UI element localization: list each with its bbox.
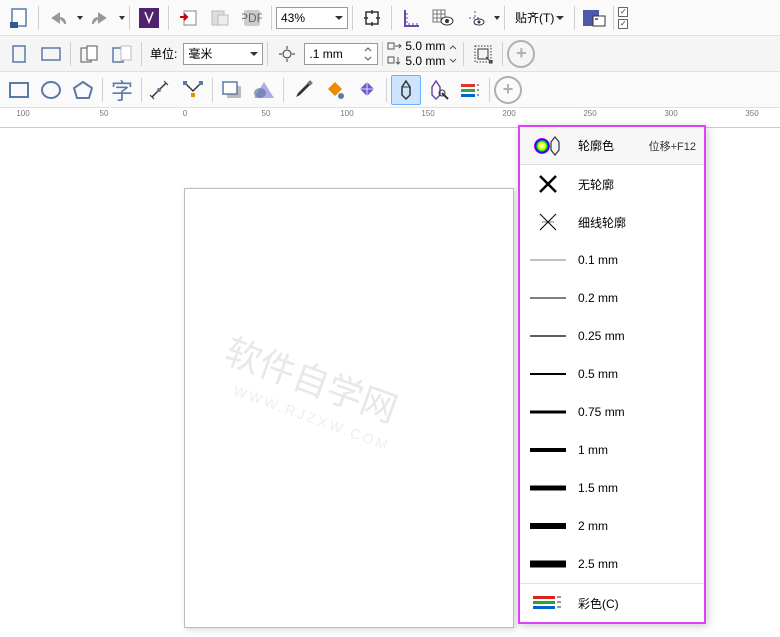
text-tool[interactable]: 字 <box>107 75 137 105</box>
hairline-item[interactable]: 细线轮廓 <box>520 203 704 241</box>
no-outline-item[interactable]: 无轮廓 <box>520 165 704 203</box>
hairline-icon <box>528 210 568 234</box>
units-label: 单位: <box>146 45 181 62</box>
outline-pen-tool[interactable] <box>391 75 421 105</box>
zoom-combo[interactable] <box>276 7 348 29</box>
outline-width-item[interactable]: 0.1 mm <box>520 241 704 279</box>
eyedropper-tool[interactable] <box>288 75 318 105</box>
svg-text:PDF: PDF <box>242 11 262 25</box>
redo-btn[interactable] <box>85 3 115 33</box>
pdf-btn[interactable]: PDF <box>237 3 267 33</box>
main-toolbar: PDF 贴齐(T) <box>0 0 780 36</box>
chk1[interactable] <box>618 7 628 17</box>
polygon-tool[interactable] <box>68 75 98 105</box>
dimension-tool[interactable] <box>146 75 176 105</box>
no-outline-icon <box>528 172 568 196</box>
outline-width-item[interactable]: 2.5 mm <box>520 545 704 583</box>
guidelines-btn[interactable] <box>460 3 490 33</box>
zoom-input[interactable] <box>281 11 331 25</box>
color-outline-icon <box>528 591 568 615</box>
current-page-btn[interactable] <box>107 39 137 69</box>
rulers-btn[interactable] <box>396 3 426 33</box>
width-sample-icon <box>528 514 568 538</box>
nudge-combo[interactable] <box>304 43 378 65</box>
width-sample-icon <box>528 400 568 424</box>
add-preset-btn[interactable]: + <box>507 40 535 68</box>
zoom-drop-icon[interactable] <box>335 16 343 20</box>
tools-row: 字 + <box>0 72 780 108</box>
width-sample-icon <box>528 476 568 500</box>
treat-as-filled-btn[interactable] <box>468 39 498 69</box>
rectangle-tool[interactable] <box>4 75 34 105</box>
connector-tool[interactable] <box>178 75 208 105</box>
options-btn[interactable] <box>579 3 609 33</box>
width-sample-icon <box>528 286 568 310</box>
interactive-fill-tool[interactable] <box>320 75 350 105</box>
property-bar: 单位: 毫米 5.0 mm 5.0 mm + <box>0 36 780 72</box>
outline-color-icon <box>528 134 568 158</box>
outline-width-item[interactable]: 0.5 mm <box>520 355 704 393</box>
outline-width-item[interactable]: 1.5 mm <box>520 469 704 507</box>
full-screen-btn[interactable] <box>357 3 387 33</box>
edit-fill-tool[interactable] <box>455 75 485 105</box>
import-btn[interactable] <box>173 3 203 33</box>
width-sample-icon <box>528 552 568 576</box>
snap-checkboxes <box>618 7 628 29</box>
undo-drop-icon[interactable] <box>77 16 83 20</box>
new-doc-btn[interactable] <box>4 3 34 33</box>
outline-flyout: 轮廓色 位移+F12 无轮廓 细线轮廓 0.1 mm0.2 mm0.25 mm0… <box>518 125 706 624</box>
transparency-tool[interactable] <box>249 75 279 105</box>
landscape-btn[interactable] <box>36 39 66 69</box>
dropshadow-tool[interactable] <box>217 75 247 105</box>
snap-to-btn[interactable]: 贴齐(T) <box>509 3 570 33</box>
portrait-btn[interactable] <box>4 39 34 69</box>
chk2[interactable] <box>618 19 628 29</box>
width-sample-icon <box>528 248 568 272</box>
nudge-icon <box>272 39 302 69</box>
app-launcher-btn[interactable] <box>134 3 164 33</box>
width-sample-icon <box>528 362 568 386</box>
units-combo[interactable]: 毫米 <box>183 43 263 65</box>
export-btn[interactable] <box>205 3 235 33</box>
duplicate-distance: 5.0 mm 5.0 mm <box>387 39 445 68</box>
grid-btn[interactable] <box>428 3 458 33</box>
outline-color-tool[interactable] <box>423 75 453 105</box>
undo-btn[interactable] <box>43 3 73 33</box>
outline-width-item[interactable]: 0.2 mm <box>520 279 704 317</box>
color-outline-item[interactable]: 彩色(C) <box>520 584 704 622</box>
outline-width-item[interactable]: 2 mm <box>520 507 704 545</box>
outline-color-item[interactable]: 轮廓色 位移+F12 <box>520 127 704 165</box>
outline-width-item[interactable]: 1 mm <box>520 431 704 469</box>
width-sample-icon <box>528 438 568 462</box>
add-tool-btn[interactable]: + <box>494 76 522 104</box>
mesh-fill-tool[interactable] <box>352 75 382 105</box>
all-pages-btn[interactable] <box>75 39 105 69</box>
ellipse-tool[interactable] <box>36 75 66 105</box>
redo-drop-icon[interactable] <box>119 16 125 20</box>
width-sample-icon <box>528 324 568 348</box>
outline-width-item[interactable]: 0.25 mm <box>520 317 704 355</box>
outline-width-item[interactable]: 0.75 mm <box>520 393 704 431</box>
